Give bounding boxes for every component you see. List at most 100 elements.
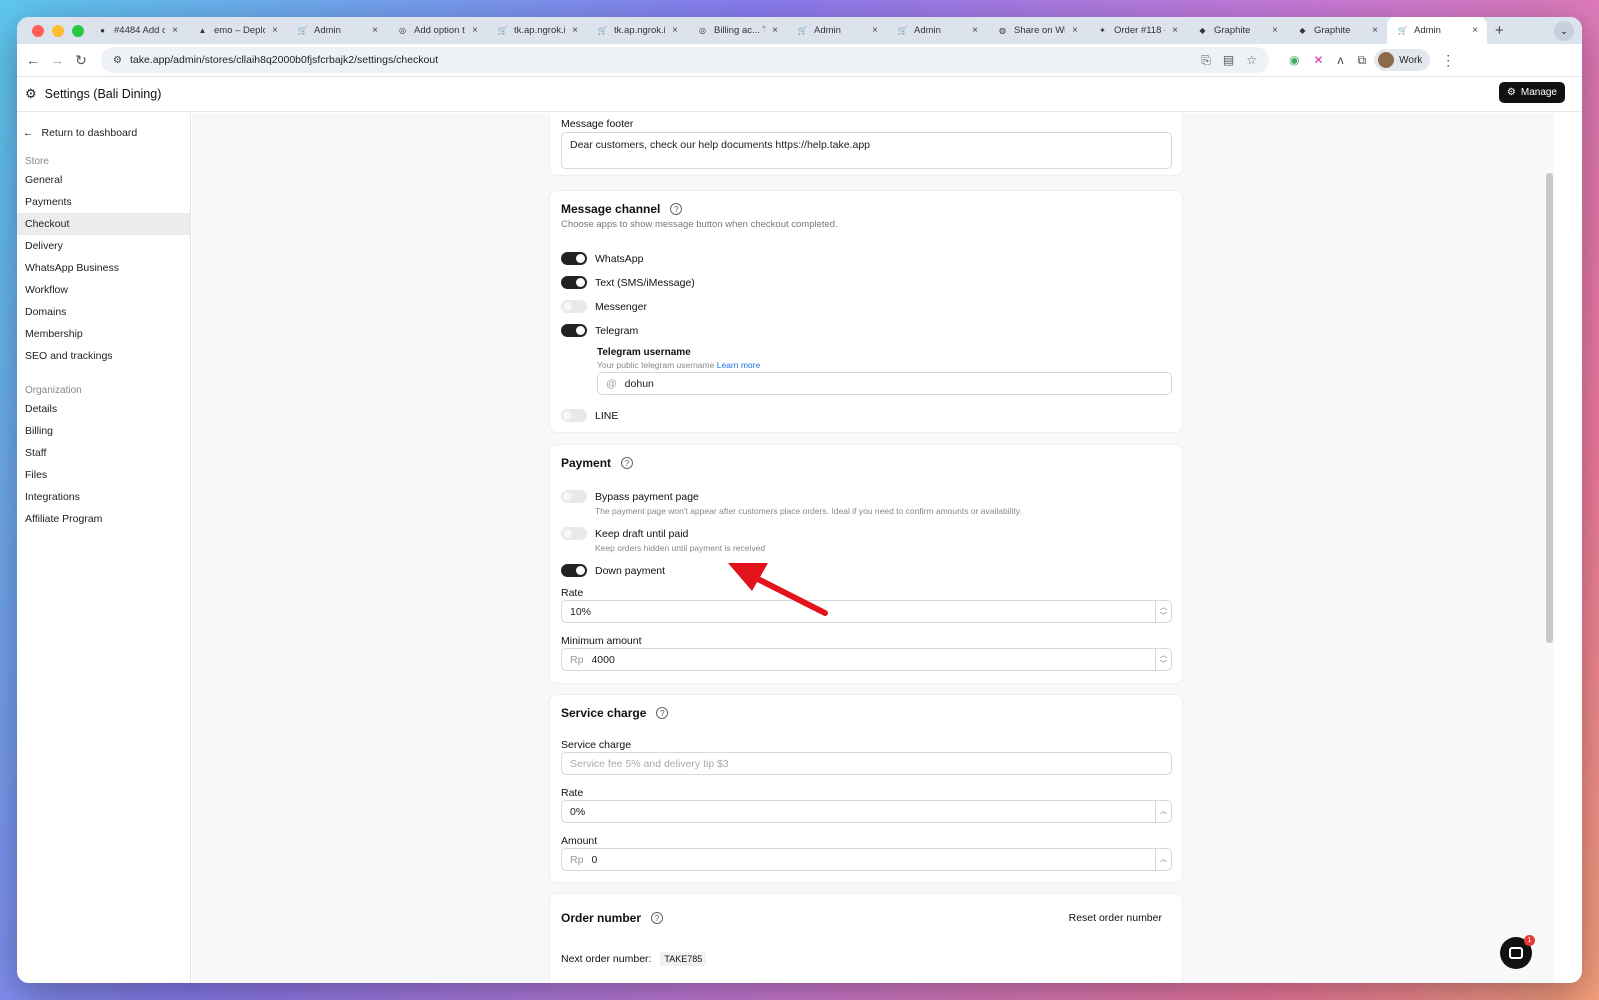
chevron-up-icon[interactable]: ︿ xyxy=(1160,651,1167,660)
browser-tab[interactable]: 🛒 tk.ap.ngrok.io × xyxy=(487,17,587,44)
chevron-down-icon[interactable]: ﹀ xyxy=(1160,612,1167,621)
number-stepper[interactable]: ︿ ﹀ xyxy=(1155,649,1171,670)
down-payment-rate-input[interactable]: 10% ︿ ﹀ xyxy=(561,600,1172,623)
close-tab-icon[interactable]: × xyxy=(169,25,181,36)
help-icon[interactable]: ? xyxy=(656,707,669,719)
browser-menu-icon[interactable]: ⋮ xyxy=(1436,52,1460,69)
browser-tab[interactable]: ◍ Share on Wh × xyxy=(987,17,1087,44)
browser-tab[interactable]: 🛒 tk.ap.ngrok.io × xyxy=(587,17,687,44)
help-icon[interactable]: ? xyxy=(621,457,634,469)
number-stepper[interactable]: ︿ ﹀ xyxy=(1155,601,1171,622)
close-tab-icon[interactable]: × xyxy=(569,25,581,36)
sidebar-item-membership[interactable]: Membership xyxy=(17,323,190,345)
telegram-username-input[interactable]: @ dohun xyxy=(597,372,1172,395)
sidebar-item-general[interactable]: General xyxy=(17,169,190,191)
annotation-arrow xyxy=(728,563,828,616)
browser-tab[interactable]: 🛒 Admin × xyxy=(787,17,887,44)
number-stepper[interactable]: ︿ xyxy=(1155,801,1171,822)
close-tab-icon[interactable]: × xyxy=(669,25,681,36)
bookmark-star-icon[interactable]: ☆ xyxy=(1246,53,1257,68)
sidebar-item-checkout[interactable]: Checkout xyxy=(17,213,190,235)
forward-arrow-icon[interactable]: → xyxy=(45,52,69,68)
browser-tab[interactable]: ● #4484 Add d × xyxy=(87,17,187,44)
sms-toggle[interactable] xyxy=(561,276,587,289)
sidebar-item-whatsapp-business[interactable]: WhatsApp Business xyxy=(17,257,190,279)
channel-row: WhatsApp xyxy=(561,252,643,265)
sidebar-item-payments[interactable]: Payments xyxy=(17,191,190,213)
sidebar-item-delivery[interactable]: Delivery xyxy=(17,235,190,257)
browser-tab[interactable]: ◎ Billing ac... Ta × xyxy=(687,17,787,44)
sidebar-item-files[interactable]: Files xyxy=(17,464,190,486)
close-tab-icon[interactable]: × xyxy=(369,25,381,36)
zoom-window-button[interactable] xyxy=(72,24,84,37)
browser-tab[interactable]: ◆ Graphite × xyxy=(1287,17,1387,44)
number-stepper[interactable]: ︿ xyxy=(1155,849,1171,870)
reader-icon[interactable]: ▤ xyxy=(1223,53,1234,68)
close-tab-icon[interactable]: × xyxy=(1369,25,1381,36)
service-amount-input[interactable]: Rp 0 ︿ xyxy=(561,848,1172,871)
reset-order-number-button[interactable]: Reset order number xyxy=(1069,912,1162,924)
return-to-dashboard-link[interactable]: ← Return to dashboard xyxy=(17,113,190,139)
browser-tab[interactable]: ◆ Graphite × xyxy=(1187,17,1287,44)
learn-more-link[interactable]: Learn more xyxy=(717,360,760,370)
down-payment-toggle[interactable] xyxy=(561,564,587,577)
help-icon[interactable]: ? xyxy=(670,203,683,215)
minimum-amount-input[interactable]: Rp 4000 ︿ ﹀ xyxy=(561,648,1172,671)
close-tab-icon[interactable]: × xyxy=(869,25,881,36)
sidebar-item-details[interactable]: Details xyxy=(17,398,190,420)
browser-tab[interactable]: 🛒 Admin × xyxy=(887,17,987,44)
messenger-toggle[interactable] xyxy=(561,300,587,313)
service-charge-input[interactable]: Service fee 5% and delivery tip $3 xyxy=(561,752,1172,775)
browser-tab[interactable]: 🛒 Admin × xyxy=(287,17,387,44)
browser-tab[interactable]: ◎ Add option to × xyxy=(387,17,487,44)
back-arrow-icon[interactable]: ← xyxy=(21,52,45,68)
extension-icon[interactable]: ◉ xyxy=(1289,53,1299,67)
close-tab-icon[interactable]: × xyxy=(1069,25,1081,36)
new-tab-button[interactable]: + xyxy=(1487,22,1512,39)
close-tab-icon[interactable]: × xyxy=(269,25,281,36)
sidebar-item-billing[interactable]: Billing xyxy=(17,420,190,442)
browser-tab[interactable]: ✦ Order #118 - × xyxy=(1087,17,1187,44)
chevron-down-icon[interactable]: ﹀ xyxy=(1160,660,1167,669)
extension-icon[interactable]: ✕ xyxy=(1313,53,1323,67)
close-tab-icon[interactable]: × xyxy=(1269,25,1281,36)
payment-card: Payment ? Bypass payment page The paymen… xyxy=(549,444,1183,684)
telegram-toggle[interactable] xyxy=(561,324,587,337)
reload-icon[interactable]: ↻ xyxy=(69,52,93,69)
close-tab-icon[interactable]: × xyxy=(1469,25,1481,36)
help-icon[interactable]: ? xyxy=(651,912,664,924)
chevron-up-icon[interactable]: ︿ xyxy=(1160,603,1167,612)
whatsapp-toggle[interactable] xyxy=(561,252,587,265)
line-toggle[interactable] xyxy=(561,409,587,422)
close-tab-icon[interactable]: × xyxy=(1169,25,1181,36)
manage-button[interactable]: ⚙ Manage xyxy=(1498,82,1565,103)
message-footer-field[interactable]: Dear customers, check our help documents… xyxy=(561,132,1172,169)
service-rate-input[interactable]: 0% ︿ xyxy=(561,800,1172,823)
browser-tab[interactable]: 🛒 Admin × xyxy=(1387,17,1487,44)
sidebar-item-workflow[interactable]: Workflow xyxy=(17,279,190,301)
close-tab-icon[interactable]: × xyxy=(969,25,981,36)
close-tab-icon[interactable]: × xyxy=(769,25,781,36)
bypass-payment-toggle[interactable] xyxy=(561,490,587,503)
keep-draft-toggle[interactable] xyxy=(561,527,587,540)
sidebar-item-affiliate-program[interactable]: Affiliate Program xyxy=(17,508,190,530)
install-app-icon[interactable]: ⎘ xyxy=(1201,53,1211,68)
profile-button[interactable]: Work xyxy=(1374,49,1431,71)
puzzle-icon[interactable]: ⧉ xyxy=(1358,53,1367,68)
scrollbar[interactable] xyxy=(1546,173,1553,643)
sidebar-item-domains[interactable]: Domains xyxy=(17,301,190,323)
close-tab-icon[interactable]: × xyxy=(469,25,481,36)
minimize-window-button[interactable] xyxy=(52,24,64,37)
sidebar-item-staff[interactable]: Staff xyxy=(17,442,190,464)
tab-search-icon[interactable]: ⌄ xyxy=(1554,21,1574,41)
chevron-up-icon[interactable]: ︿ xyxy=(1160,807,1167,816)
site-settings-icon[interactable]: ⚙ xyxy=(113,55,122,66)
sidebar-item-seo-and-trackings[interactable]: SEO and trackings xyxy=(17,345,190,367)
chevron-up-icon[interactable]: ︿ xyxy=(1160,855,1167,864)
browser-tab[interactable]: ▲ emo – Deplo × xyxy=(187,17,287,44)
address-bar[interactable]: ⚙ take.app/admin/stores/cllaih8q2000b0fj… xyxy=(101,47,1269,73)
chat-launcher-button[interactable]: 1 xyxy=(1500,935,1535,969)
close-window-button[interactable] xyxy=(32,24,44,37)
sidebar-item-integrations[interactable]: Integrations xyxy=(17,486,190,508)
extension-icon[interactable]: ʌ xyxy=(1338,53,1344,67)
